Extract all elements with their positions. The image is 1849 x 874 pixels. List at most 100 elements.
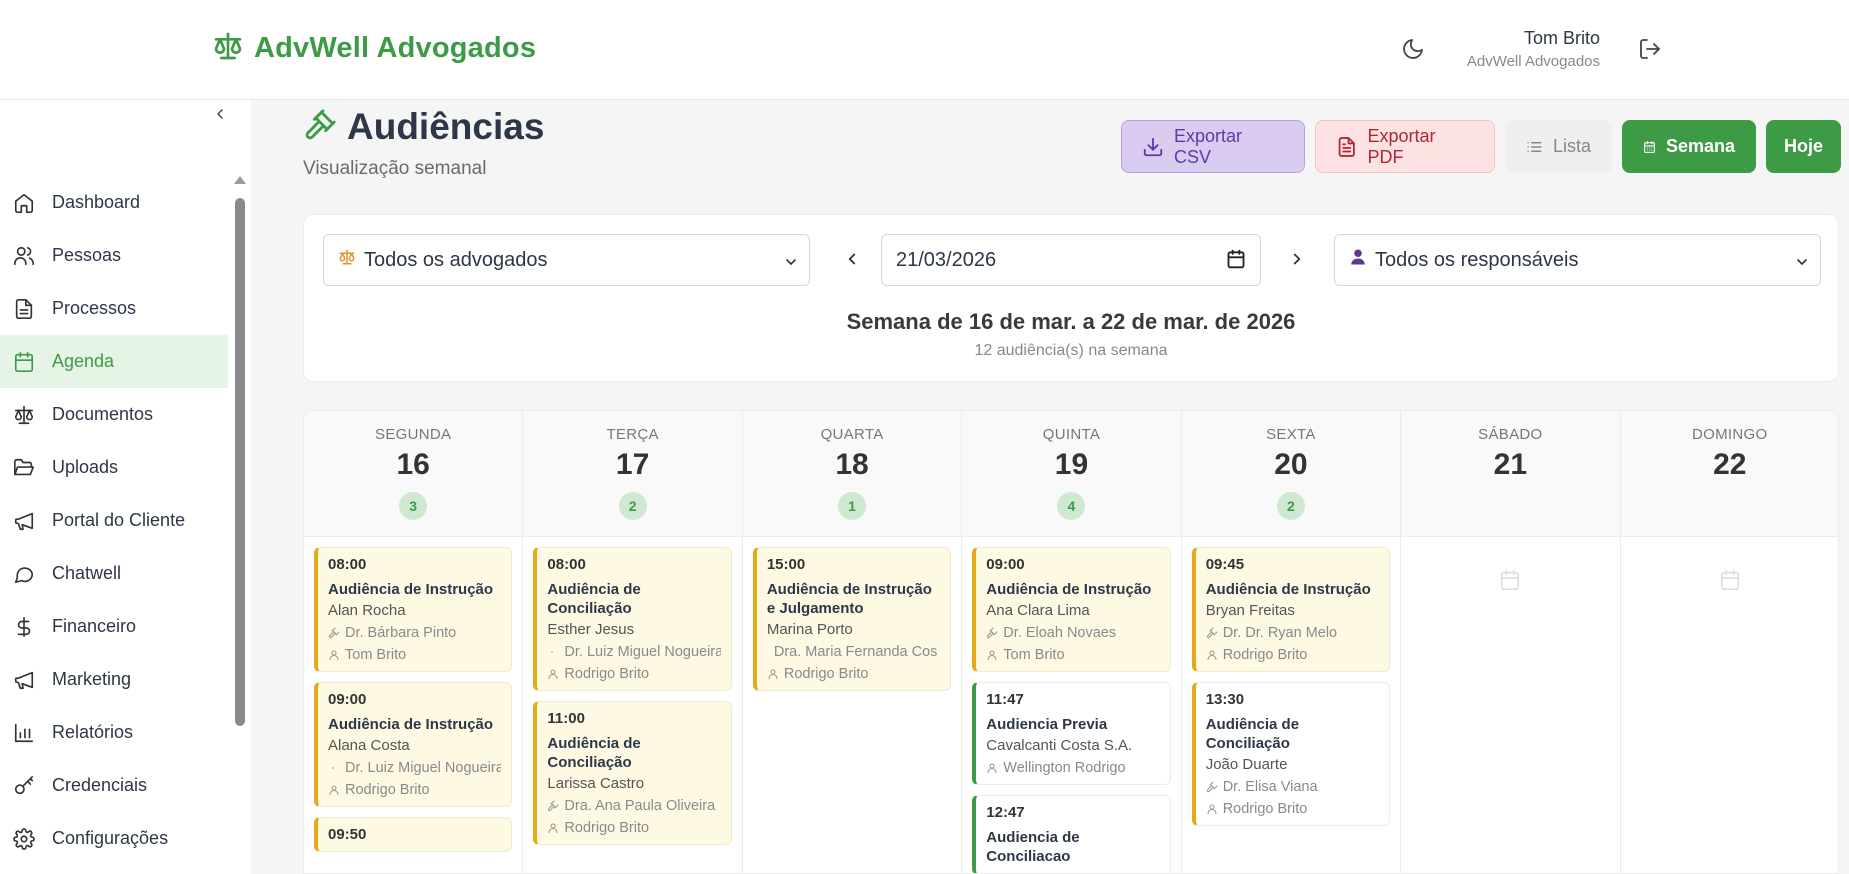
list-view-button[interactable]: Lista	[1505, 120, 1612, 173]
hearing-client: Alana Costa	[328, 737, 410, 754]
logout-button[interactable]	[1635, 34, 1665, 64]
day-header[interactable]: TERÇA 17 2	[523, 411, 742, 537]
sidebar-item-portal-do-cliente[interactable]: Portal do Cliente	[0, 494, 228, 547]
hearing-client: Esther Jesus	[547, 621, 635, 638]
gavel-icon	[547, 800, 559, 812]
list-icon	[1527, 141, 1542, 152]
page-heading: Audiências	[303, 106, 544, 148]
week-range-title: Semana de 16 de mar. a 22 de mar. de 202…	[846, 309, 1296, 334]
sidebar-scrollbar[interactable]	[234, 176, 246, 874]
hearing-responsible: Rodrigo Brito	[1206, 647, 1379, 663]
chevron-down-icon	[783, 253, 799, 276]
hearing-card[interactable]: 13:30 Audiência de Conciliação João Duarte…	[1191, 682, 1391, 826]
hearing-lawyer: Dr. Elisa Viana	[1206, 779, 1379, 795]
collapse-sidebar-button[interactable]	[206, 100, 234, 128]
day-number: 22	[1713, 448, 1747, 481]
sidebar-item-processos[interactable]: Processos	[0, 282, 228, 335]
day-header[interactable]: QUINTA 19 4	[962, 411, 1181, 537]
hearing-card[interactable]: 09:00 Audiência de Instrução Alana Costa Dr…	[314, 682, 513, 807]
scroll-up-arrow[interactable]	[234, 176, 246, 184]
responsible-select[interactable]: Todos os responsáveis	[1334, 234, 1821, 286]
sidebar-item-label: Configurações	[52, 828, 169, 848]
sidebar-item-configura-es[interactable]: Configurações	[0, 812, 228, 865]
sidebar-item-documentos[interactable]: Documentos	[0, 388, 228, 441]
day-header[interactable]: QUARTA 18 1	[742, 411, 962, 537]
sidebar-item-label: Uploads	[52, 457, 119, 477]
hearing-card[interactable]: 08:00 Audiência de Conciliação Esther Jesu…	[533, 547, 732, 691]
day-column-22: DOMINGO 22	[1620, 411, 1838, 873]
day-name: QUARTA	[820, 426, 884, 443]
hearing-lawyer: Dr. Dr. Ryan Melo	[1206, 625, 1379, 641]
hearing-title: Audiência de Conciliação	[547, 581, 641, 617]
dollar-icon	[12, 615, 36, 639]
hearing-responsible: Tom Brito	[986, 647, 1159, 663]
users-icon	[12, 244, 36, 268]
previous-week-button[interactable]	[840, 247, 864, 271]
calendar-picker-icon[interactable]	[1226, 249, 1246, 275]
sidebar-item-agenda[interactable]: Agenda	[0, 335, 228, 388]
next-week-button[interactable]	[1285, 247, 1309, 271]
hearing-responsible-name: Wellington Rodrigo	[1003, 760, 1126, 776]
person-icon	[328, 784, 340, 796]
sidebar-item-pessoas[interactable]: Pessoas	[0, 229, 228, 282]
hearing-card[interactable]: 12:47 Audiencia de Conciliacao	[972, 795, 1171, 873]
today-label: Hoje	[1783, 136, 1823, 156]
hearing-responsible-name: Tom Brito	[345, 647, 407, 663]
export-pdf-button[interactable]: Exportar PDF	[1315, 120, 1495, 173]
day-count-badge: 2	[618, 492, 647, 520]
week-view-button[interactable]: Semana	[1622, 120, 1756, 173]
hearing-card[interactable]: 15:00 Audiência de Instrução e Julgamento…	[752, 547, 952, 691]
lawyer-select-value: Todos os advogados	[364, 248, 548, 271]
hearing-card[interactable]: 09:45 Audiência de Instrução Bryan Freitas…	[1191, 547, 1391, 672]
day-count-badge: 3	[399, 492, 428, 520]
lawyer-select[interactable]: Todos os advogados	[323, 234, 810, 286]
person-icon	[986, 762, 998, 774]
scroll-thumb[interactable]	[235, 198, 245, 726]
day-header[interactable]: SEGUNDA 16 3	[304, 411, 523, 537]
sidebar-item-uploads[interactable]: Uploads	[0, 441, 228, 494]
hearing-title: Audiência de Instrução	[328, 581, 494, 598]
day-column-21: SÁBADO 21	[1401, 411, 1621, 873]
hearing-time: 15:00	[766, 556, 806, 573]
logout-icon	[1640, 39, 1660, 59]
brand-logo[interactable]: AdvWell Advogados	[212, 30, 536, 67]
hearing-responsible: Rodrigo Brito	[547, 820, 720, 836]
hearing-lawyer-name: Dr. Luiz Miguel Nogueira	[345, 760, 502, 776]
gavel-icon	[986, 627, 998, 639]
person-icon	[986, 649, 998, 661]
sidebar-item-marketing[interactable]: Marketing	[0, 653, 228, 706]
day-header[interactable]: DOMINGO 22	[1620, 411, 1838, 537]
sidebar-nav: Dashboard Pessoas Processos Agenda Documento…	[0, 176, 228, 865]
sidebar-item-label: Processos	[52, 298, 137, 318]
hearing-card[interactable]: 09:00 Audiência de Instrução Ana Clara Lim…	[972, 547, 1171, 672]
today-button[interactable]: Hoje	[1766, 120, 1841, 173]
user-org: AdvWell Advogados	[1466, 53, 1600, 70]
hearing-time: 08:00	[328, 556, 367, 573]
export-csv-button[interactable]: Exportar CSV	[1121, 120, 1305, 173]
sidebar-item-chatwell[interactable]: Chatwell	[0, 547, 228, 600]
sidebar-item-dashboard[interactable]: Dashboard	[0, 176, 228, 229]
sidebar-item-credenciais[interactable]: Credenciais	[0, 759, 228, 812]
hearing-card[interactable]: 09:50	[314, 817, 513, 852]
day-column-20: SEXTA 20 2 09:45 Audiência de Instrução Bryan…	[1181, 411, 1402, 873]
sidebar-item-relat-rios[interactable]: Relatórios	[0, 706, 228, 759]
moon-icon	[1403, 39, 1423, 59]
date-input[interactable]: 21/03/2026	[881, 234, 1261, 286]
dot-icon	[547, 646, 559, 658]
hearing-card[interactable]: 08:00 Audiência de Instrução Alan Rocha Dr.…	[314, 547, 513, 672]
hearing-card[interactable]: 11:47 Audiencia Previa Cavalcanti Costa S.…	[972, 682, 1171, 785]
hearing-card[interactable]: 11:00 Audiência de Conciliação Larissa Cas…	[533, 701, 732, 845]
hearing-responsible: Rodrigo Brito	[767, 666, 940, 682]
sidebar-item-label: Financeiro	[52, 616, 137, 636]
day-header[interactable]: SÁBADO 21	[1401, 411, 1620, 537]
megaphone-icon	[12, 509, 36, 533]
sidebar-item-label: Pessoas	[52, 245, 122, 265]
hearing-title: Audiência de Instrução	[986, 581, 1152, 598]
theme-toggle-button[interactable]	[1398, 34, 1428, 64]
sidebar-item-financeiro[interactable]: Financeiro	[0, 600, 228, 653]
hearing-responsible: Wellington Rodrigo	[986, 760, 1159, 776]
scale-icon	[12, 403, 36, 427]
hearing-client: Alan Rocha	[328, 602, 406, 619]
day-header[interactable]: SEXTA 20 2	[1181, 411, 1401, 537]
